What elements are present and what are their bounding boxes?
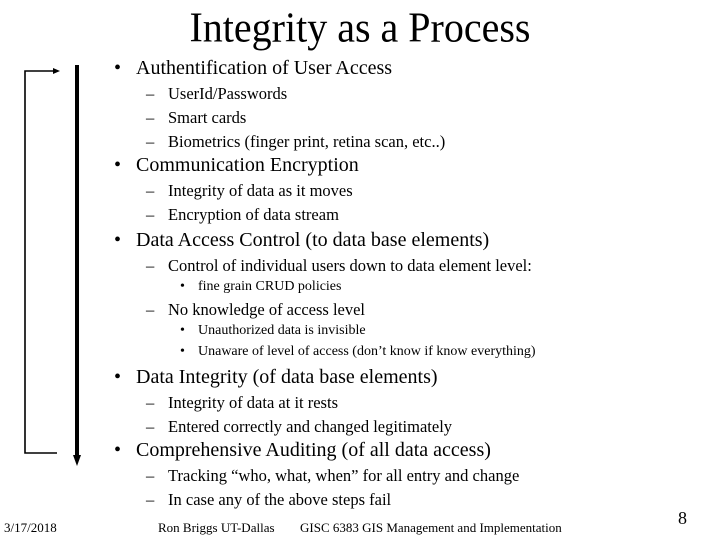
bullet-glyph: •: [114, 229, 122, 251]
bullet-glyph: •: [114, 439, 122, 461]
dash-glyph: –: [146, 490, 155, 509]
loop-back-arrow-icon: [24, 68, 60, 454]
bullet-glyph: •: [114, 154, 122, 176]
dash-glyph: –: [146, 417, 155, 436]
bullet-glyph: •: [180, 279, 185, 294]
bullet-text: Communication Encryption: [136, 154, 359, 176]
subbullet-text: In case any of the above steps fail: [168, 490, 392, 509]
footer-date: 3/17/2018: [4, 520, 57, 535]
sub-subbullet-text: fine grain CRUD policies: [198, 279, 342, 294]
dash-glyph: –: [146, 181, 155, 200]
dash-glyph: –: [146, 300, 155, 319]
bullet-glyph: •: [114, 57, 122, 79]
subbullet-text: No knowledge of access level: [168, 300, 366, 319]
subbullet-text: Control of individual users down to data…: [168, 256, 532, 275]
bullet-glyph: •: [114, 366, 122, 388]
dash-glyph: –: [146, 466, 155, 485]
subbullet-text: Biometrics (finger print, retina scan, e…: [168, 132, 446, 151]
dash-glyph: –: [146, 205, 155, 224]
bullet-text: Authentification of User Access: [136, 57, 393, 79]
dash-glyph: –: [146, 393, 155, 412]
footer-author: Ron Briggs UT-Dallas: [158, 520, 275, 535]
subbullet-text: Tracking “who, what, when” for all entry…: [168, 466, 520, 485]
subbullet-text: Integrity of data at it rests: [168, 393, 338, 412]
bullet-text: Data Integrity (of data base elements): [136, 366, 438, 388]
bullet-glyph: •: [180, 323, 185, 338]
page-number: 8: [678, 508, 687, 528]
footer-course: GISC 6383 GIS Management and Implementat…: [300, 520, 562, 535]
subbullet-text: Smart cards: [168, 108, 247, 127]
bullet-text: Data Access Control (to data base elemen…: [136, 229, 490, 251]
dash-glyph: –: [146, 108, 155, 127]
subbullet-text: Integrity of data as it moves: [168, 181, 353, 200]
dash-glyph: –: [146, 132, 155, 151]
sub-subbullet-text: Unauthorized data is invisible: [198, 323, 366, 338]
subbullet-text: UserId/Passwords: [168, 84, 288, 103]
dash-glyph: –: [146, 84, 155, 103]
subbullet-text: Entered correctly and changed legitimate…: [168, 417, 453, 436]
sub-subbullet-text: Unaware of level of access (don’t know i…: [198, 344, 536, 359]
dash-glyph: –: [146, 256, 155, 275]
down-arrow-icon: [73, 65, 81, 466]
subbullet-text: Encryption of data stream: [168, 205, 339, 224]
bullet-text: Comprehensive Auditing (of all data acce…: [136, 439, 491, 461]
bullet-glyph: •: [180, 344, 185, 359]
